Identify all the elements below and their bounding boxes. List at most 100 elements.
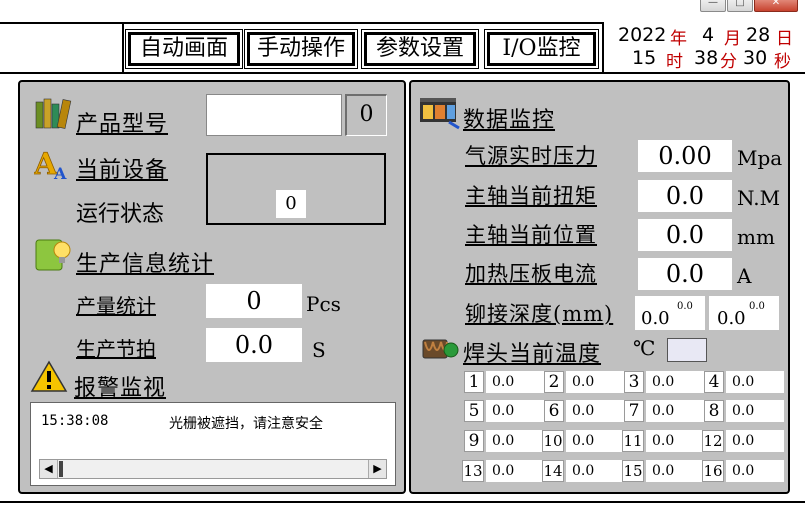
- minute-value: 38: [694, 47, 719, 69]
- rivet-depth-value-1: 0.0 0.0: [635, 296, 705, 330]
- left-panel: 产品型号 0 A A 当前设备 运行状态 0 生产信息统计 产量统计 0 Pcs…: [18, 80, 406, 494]
- minimize-button[interactable]: —: [700, 0, 726, 12]
- film-icon: [419, 96, 461, 130]
- temp-zone-number: 7: [624, 400, 644, 422]
- cycle-unit: S: [312, 338, 326, 362]
- air-pressure-unit: Mpa: [737, 146, 783, 170]
- cycle-label: 生产节拍: [76, 337, 156, 361]
- rivet-depth-2-setpoint: 0.0: [749, 301, 765, 312]
- month-value: 4: [702, 24, 715, 46]
- temp-zone-number: 12: [702, 430, 724, 452]
- font-icon: A A: [33, 146, 72, 183]
- current-device-label: 当前设备: [76, 158, 169, 183]
- air-pressure-label: 气源实时压力: [465, 144, 597, 168]
- temp-zone-value: 0.0: [566, 371, 624, 393]
- temp-zone-value: 0.0: [646, 460, 704, 482]
- temp-zone-value: 0.0: [486, 371, 544, 393]
- rivet-depth-value-2: 0.0 0.0: [709, 296, 779, 330]
- temp-zone-number: 13: [462, 460, 484, 482]
- temp-zone-number: 14: [542, 460, 564, 482]
- alarm-message: 光栅被遮挡，请注意安全: [169, 416, 323, 432]
- alarm-list[interactable]: 15:38:08 光栅被遮挡，请注意安全 ◀ ▶: [30, 402, 396, 486]
- scroll-thumb[interactable]: [59, 461, 63, 477]
- temp-zone-number: 4: [704, 371, 724, 393]
- alarm-scrollbar[interactable]: ◀ ▶: [39, 459, 387, 479]
- temp-unit: ℃: [633, 336, 656, 360]
- alarm-time: 15:38:08: [41, 413, 109, 429]
- tab-manual-operation[interactable]: 手动操作: [244, 29, 358, 69]
- data-monitor-title: 数据监控: [463, 108, 556, 133]
- temp-zone-number: 6: [544, 400, 564, 422]
- tab-parameter-settings[interactable]: 参数设置: [361, 29, 479, 69]
- heater-current-unit: A: [737, 264, 752, 288]
- scroll-left-button[interactable]: ◀: [40, 460, 58, 478]
- run-state-value: 0: [276, 190, 306, 218]
- spindle-position-unit: mm: [737, 225, 775, 249]
- temp-zone-value: 0.0: [726, 430, 784, 452]
- heater-coil-icon: [419, 332, 459, 364]
- temp-zone-value: 0.0: [646, 371, 704, 393]
- product-model-number: 0: [345, 94, 387, 136]
- maximize-button[interactable]: □: [727, 0, 753, 12]
- temp-zone-number: 3: [624, 371, 644, 393]
- spindle-torque-unit: N.M: [737, 186, 781, 210]
- temp-zone-number: 10: [542, 430, 564, 452]
- output-value: 0: [206, 284, 302, 318]
- spindle-position-value: 0.0: [638, 219, 732, 251]
- second-value: 30: [743, 47, 768, 69]
- heater-current-value: 0.0: [638, 258, 732, 290]
- temp-zone-number: 8: [704, 400, 724, 422]
- temp-zone-value: 0.0: [726, 400, 784, 422]
- tab-auto-screen[interactable]: 自动画面: [125, 29, 243, 69]
- year-value: 2022: [618, 24, 667, 46]
- temp-zone-value: 0.0: [566, 430, 624, 452]
- scroll-right-button[interactable]: ▶: [368, 460, 386, 478]
- year-unit: 年: [670, 29, 687, 49]
- month-unit: 月: [724, 29, 741, 49]
- rivet-depth-2-current: 0.0: [717, 308, 746, 329]
- air-pressure-value: 0.00: [638, 140, 732, 172]
- warning-icon: [30, 360, 68, 394]
- temp-zone-value: 0.0: [486, 400, 544, 422]
- tab-io-monitor[interactable]: I/O监控: [484, 29, 599, 69]
- heater-current-label: 加热压板电流: [465, 262, 597, 286]
- rivet-depth-1-current: 0.0: [641, 308, 670, 329]
- right-panel: 数据监控 气源实时压力 0.00 Mpa 主轴当前扭矩 0.0 N.M 主轴当前…: [409, 80, 790, 494]
- temp-zone-number: 9: [464, 430, 484, 452]
- rivet-depth-1-setpoint: 0.0: [677, 301, 693, 312]
- close-button[interactable]: ✕: [754, 0, 798, 12]
- cycle-value: 0.0: [206, 328, 302, 362]
- spindle-torque-label: 主轴当前扭矩: [465, 184, 597, 208]
- day-unit: 日: [776, 29, 793, 49]
- output-unit: Pcs: [306, 292, 341, 316]
- weld-temp-label: 焊头当前温度: [463, 342, 602, 367]
- temp-zone-number: 2: [544, 371, 564, 393]
- temp-zone-value: 0.0: [726, 371, 784, 393]
- temp-zone-value: 0.0: [566, 460, 624, 482]
- product-model-label: 产品型号: [76, 112, 169, 137]
- temp-zone-value: 0.0: [646, 400, 704, 422]
- temp-zone-value: 0.0: [646, 430, 704, 452]
- temp-zone-value: 0.0: [566, 400, 624, 422]
- production-stats-title: 生产信息统计: [76, 252, 215, 277]
- temp-zone-value: 0.0: [486, 430, 544, 452]
- product-model-input[interactable]: [206, 94, 342, 136]
- temp-zone-number: 11: [622, 430, 644, 452]
- alarm-title: 报警监视: [74, 376, 167, 401]
- temp-zone-number: 1: [464, 371, 484, 393]
- svg-text:A: A: [53, 164, 67, 182]
- temp-zone-value: 0.0: [486, 460, 544, 482]
- temp-zone-number: 16: [702, 460, 724, 482]
- rivet-depth-label: 铆接深度(mm): [465, 302, 614, 326]
- temp-zone-value: 0.0: [726, 460, 784, 482]
- temp-indicator: [667, 338, 707, 362]
- run-state-label: 运行状态: [76, 202, 165, 227]
- books-icon: [34, 96, 74, 130]
- minute-unit: 分: [720, 52, 737, 72]
- output-label: 产量统计: [76, 294, 156, 318]
- datetime-display: 2022 年 4 月 28 日 15 时 38 分 30 秒: [602, 22, 805, 72]
- second-unit: 秒: [774, 52, 791, 72]
- hour-value: 15: [632, 47, 657, 69]
- temp-zone-number: 5: [464, 400, 484, 422]
- lightbulb-icon: [34, 236, 74, 274]
